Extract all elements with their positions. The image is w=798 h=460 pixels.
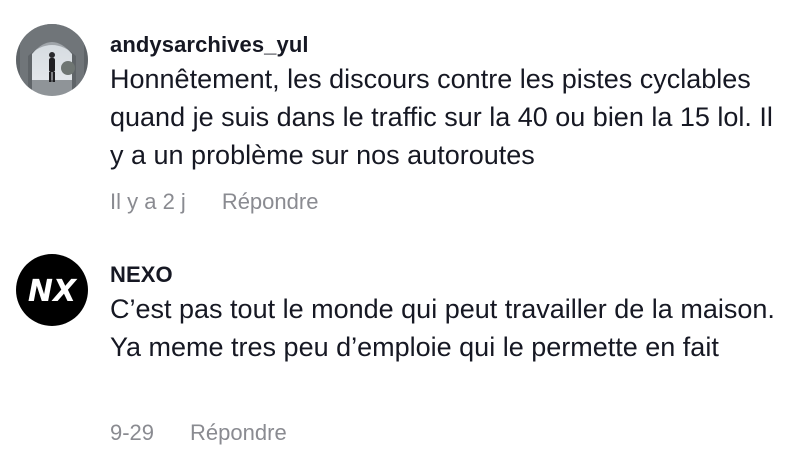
nx-logo-avatar-icon: NX bbox=[16, 254, 88, 326]
comment-text: Honnêtement, les discours contre les pis… bbox=[110, 64, 773, 170]
user-avatar[interactable]: NX bbox=[16, 254, 88, 326]
comment-text: C’est pas tout le monde qui peut travail… bbox=[110, 294, 775, 362]
comment-item: andysarchives_yul Honnêtement, les disco… bbox=[0, 0, 798, 230]
comment-timestamp: 9-29 bbox=[110, 420, 155, 445]
reply-button[interactable]: Répondre bbox=[190, 420, 287, 446]
comment-username[interactable]: NEXO bbox=[110, 262, 173, 288]
comment-meta: 9-29 Répondre bbox=[110, 420, 287, 446]
reply-button[interactable]: Répondre bbox=[222, 189, 319, 215]
comment-meta: Il y a 2 j Répondre bbox=[110, 189, 318, 215]
photo-avatar-icon bbox=[16, 24, 88, 96]
avatar-logo-text: NX bbox=[28, 274, 78, 309]
comment-username[interactable]: andysarchives_yul bbox=[110, 32, 309, 58]
comment-item: NX NEXO C’est pas tout le monde qui peut… bbox=[0, 230, 798, 460]
comment-timestamp: Il y a 2 j bbox=[110, 189, 186, 214]
user-avatar[interactable] bbox=[16, 24, 88, 96]
